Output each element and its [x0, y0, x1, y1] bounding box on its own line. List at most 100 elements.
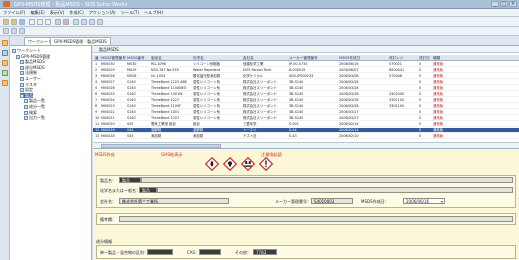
table-row[interactable]: 1 M00030 M030 RG-1096 シリコーン系樹脂 信越化学工業 JP-00-07…	[93, 62, 519, 67]
tree-node[interactable]: 製品一覧	[24, 98, 45, 104]
save-icon[interactable]	[19, 19, 25, 25]
tree-node[interactable]: 製品MSDS	[20, 59, 45, 65]
table-row[interactable]: 10 M00021 S140 ThreeBond 1207 変性シリコーン系 株式会社スリ…	[93, 116, 519, 121]
table-cell: S140	[127, 98, 136, 102]
new-icon[interactable]	[3, 19, 9, 25]
column-header[interactable]: MSDS管理番号	[101, 55, 127, 61]
maker-no-field[interactable]: S4010003	[311, 198, 353, 204]
close-button[interactable]: ×	[509, 1, 517, 7]
table-cell: M00024	[101, 98, 115, 102]
table-cell: M00028	[101, 74, 115, 78]
paste-icon[interactable]	[45, 19, 51, 25]
column-header[interactable]: MSDS番号	[127, 55, 151, 61]
shortcut-msds-icon[interactable]	[2, 50, 8, 56]
column-header[interactable]: 会社名	[243, 55, 289, 61]
created-date-select[interactable]: 2006/06/16	[403, 198, 445, 204]
up-icon[interactable]	[19, 28, 25, 34]
chemical-name-extension-field[interactable]	[157, 187, 513, 193]
chemical-name-field[interactable]: 製品	[139, 187, 157, 193]
column-header[interactable]: メーカー管理番号	[289, 55, 339, 61]
shortcut-list-icon[interactable]	[2, 70, 8, 76]
table-cell: 株式会社スリーボンド	[243, 110, 277, 114]
column-header[interactable]: 改訂日	[419, 55, 433, 61]
table-cell: DOS Fenlon Tech	[243, 68, 272, 72]
table-cell	[389, 116, 419, 121]
export-icon[interactable]	[97, 19, 103, 25]
menu-create[interactable]: 作成(C)	[69, 10, 84, 16]
shortcut-report-icon[interactable]	[2, 80, 8, 86]
folder-icon	[24, 99, 28, 104]
table-row[interactable]: 7 M00024 S140 ThreeBond 1227 変性シリコーン系 株式会社スリー…	[93, 98, 519, 103]
toolbar	[0, 17, 519, 27]
search-icon[interactable]	[81, 19, 87, 25]
forward-icon[interactable]	[11, 28, 17, 34]
component-type-field[interactable]	[147, 249, 173, 255]
table-cell: 0	[419, 134, 422, 138]
notes-section: 備考欄：	[96, 213, 516, 225]
copy-icon[interactable]	[37, 19, 43, 25]
table-row[interactable]: 12 M00019 S44 溶解剤 溶解剤 トーエイ S-44 2006/02/14 0 通常版	[93, 128, 519, 133]
tree-node[interactable]: ワークシート	[12, 48, 41, 53]
back-icon[interactable]	[3, 28, 9, 34]
table-row[interactable]: 4 M00027 S140 ThreeBond 1220 ABE 変性シリコーン系 株式会…	[93, 80, 519, 85]
table-cell: 570021	[389, 62, 402, 66]
product-name-label: 製品名：	[100, 178, 116, 183]
table-cell: 2006/02/14	[339, 128, 359, 132]
tree-node[interactable]: 法規制	[20, 70, 37, 76]
other-field[interactable]: 7783	[253, 249, 277, 255]
table-cell: 570046	[389, 74, 402, 78]
tree-node[interactable]: マスタ	[20, 82, 37, 87]
company-field[interactable]: 株式会社第三工業所	[119, 198, 229, 204]
open-icon[interactable]	[11, 19, 17, 25]
table-row[interactable]: 5 M00026 S140 ThreeBond 1104NEO 変性シリコーン系 株式会社…	[93, 86, 519, 91]
filter-icon[interactable]	[89, 19, 95, 25]
menu-tools[interactable]: ツール(T)	[121, 10, 139, 16]
cas-field[interactable]	[199, 249, 221, 255]
column-header[interactable]: 化学名	[193, 55, 243, 61]
product-name-extension-field[interactable]	[141, 177, 513, 183]
minimize-button[interactable]: _	[491, 1, 499, 7]
menu-help[interactable]: ヘルプ(H)	[144, 10, 163, 16]
table-cell: M00029	[101, 68, 115, 72]
table-row[interactable]: 2 M00029 M029 N35-787 No.535 Water Repellent…	[93, 68, 519, 73]
tree-node[interactable]: 検索	[24, 110, 37, 115]
menu-action[interactable]: アクション(A)	[89, 10, 116, 16]
column-header[interactable]: 製品名	[151, 55, 193, 61]
table-cell: 通常版	[433, 62, 444, 66]
column-header[interactable]: 改訂レジ	[389, 55, 419, 61]
tree-node[interactable]: 出力一覧	[24, 115, 45, 121]
table-cell	[389, 80, 419, 85]
maximize-button[interactable]: □	[500, 1, 508, 7]
product-name-field[interactable]: 製品	[119, 177, 141, 183]
cut-icon[interactable]	[29, 19, 35, 25]
tree-node[interactable]: ユーザー	[20, 76, 41, 81]
table-cell: 2006/06/16	[339, 62, 359, 66]
menu-file[interactable]: ファイル(F)	[3, 10, 25, 16]
table-row[interactable]: 11 M00020 S45 電気工業用 総目 総目 三菱化学 S-001 2006/02/14…	[93, 122, 519, 127]
table-row[interactable]: 8 M00023 S140 ThreeBond 1105F 変性シリコーン系 株式会社スリ…	[93, 104, 519, 109]
table-cell: 電気工業用 総目	[151, 122, 176, 126]
notes-field[interactable]	[119, 216, 513, 222]
shortcut-worksheet-icon[interactable]	[2, 40, 8, 46]
table-cell: N35-787 No.535	[151, 68, 179, 72]
table-row[interactable]: 3 M00028 M028 HL-1054 酸化還元型添加剤 化学ケミカル SDS-JP00…	[93, 74, 519, 79]
table-cell: M00030	[101, 62, 115, 66]
tab-msds[interactable]: GPX-MSDS管理 - 製品MSDS	[50, 37, 111, 45]
table-cell: 株式会社スリーボンド	[243, 98, 277, 102]
menu-edit[interactable]: 編集(E)	[30, 10, 44, 16]
table-row[interactable]: 6 M00025 S140 ThreeBond 1001W 変性シリコーン系 株式会社スリ…	[93, 92, 519, 97]
column-header[interactable]: 種類	[433, 55, 473, 61]
shortcut-folder-icon[interactable]	[2, 60, 8, 66]
tree-node[interactable]: GPX-MSDS管理	[16, 54, 50, 59]
folder-icon	[20, 77, 24, 81]
delete-icon[interactable]	[63, 19, 69, 25]
tree-node[interactable]: 成分一覧	[24, 104, 45, 109]
menu-view[interactable]: 表示(V)	[50, 10, 65, 16]
table-row[interactable]: 13 M00018 S43 添加剤 添加剤 テスト社 S-43 2006/02/10 0 通常版	[93, 134, 519, 139]
refresh-icon[interactable]	[55, 19, 61, 25]
print-icon[interactable]	[73, 19, 79, 25]
table-row[interactable]: 9 M00022 S140 ThreeBond 1001 変性シリコーン系 株式会社スリー…	[93, 110, 519, 115]
tree-node[interactable]: 設定	[20, 87, 33, 93]
column-header[interactable]: MSDS作成日	[339, 55, 389, 61]
msds-detail-panel: MSDS作成 GHS絵表示 注意喚起語 製品名： 製品 化学名または一般名： 製…	[93, 148, 519, 260]
